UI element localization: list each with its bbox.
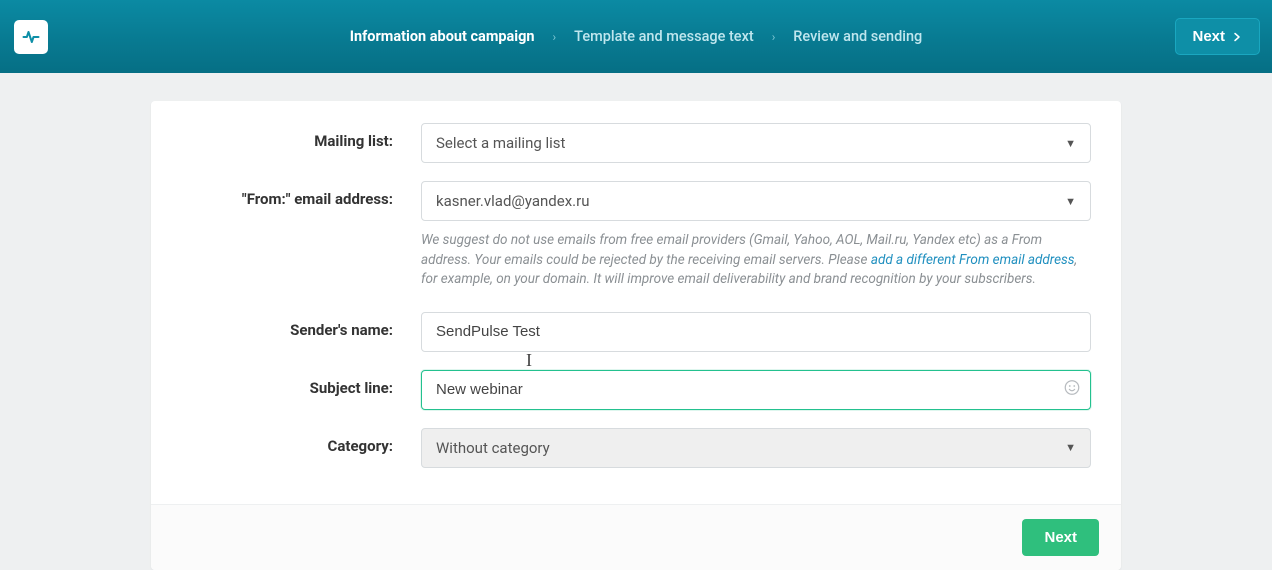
caret-down-icon: ▼ (1065, 137, 1076, 150)
sender-name-input[interactable] (421, 312, 1091, 352)
category-value: Without category (436, 439, 550, 457)
from-email-select[interactable]: kasner.vlad@yandex.ru ▼ (421, 181, 1091, 221)
mailing-list-select[interactable]: Select a mailing list ▼ (421, 123, 1091, 163)
app-header: Information about campaign › Template an… (0, 0, 1272, 73)
subject-input[interactable] (421, 370, 1091, 410)
subject-label: Subject line: (181, 370, 421, 397)
chevron-right-icon: › (553, 30, 557, 44)
sender-name-label: Sender's name: (181, 312, 421, 339)
chevron-right-icon (1231, 31, 1243, 43)
next-button-top[interactable]: Next (1175, 18, 1260, 55)
step-template[interactable]: Template and message text (574, 28, 754, 45)
caret-down-icon: ▼ (1065, 441, 1076, 454)
chevron-right-icon: › (772, 30, 776, 44)
campaign-form-card: Mailing list: Select a mailing list ▼ "F… (151, 101, 1121, 570)
add-from-address-link[interactable]: add a different From email address (871, 252, 1075, 268)
caret-down-icon: ▼ (1065, 195, 1076, 208)
wizard-steps: Information about campaign › Template an… (350, 28, 923, 45)
from-email-label: "From:" email address: (181, 181, 421, 208)
emoji-icon[interactable] (1063, 378, 1081, 401)
from-email-hint: We suggest do not use emails from free e… (421, 231, 1091, 290)
pulse-icon (21, 27, 41, 47)
step-info[interactable]: Information about campaign (350, 28, 535, 45)
from-email-value: kasner.vlad@yandex.ru (436, 192, 589, 210)
category-select[interactable]: Without category ▼ (421, 428, 1091, 468)
mailing-list-label: Mailing list: (181, 123, 421, 150)
text-cursor-icon: I (526, 350, 532, 371)
category-label: Category: (181, 428, 421, 455)
mailing-list-placeholder: Select a mailing list (436, 134, 565, 152)
card-footer: Next (151, 504, 1121, 570)
app-logo[interactable] (14, 20, 48, 54)
next-button[interactable]: Next (1022, 519, 1099, 556)
next-button-label: Next (1192, 28, 1225, 45)
step-review[interactable]: Review and sending (793, 28, 922, 45)
